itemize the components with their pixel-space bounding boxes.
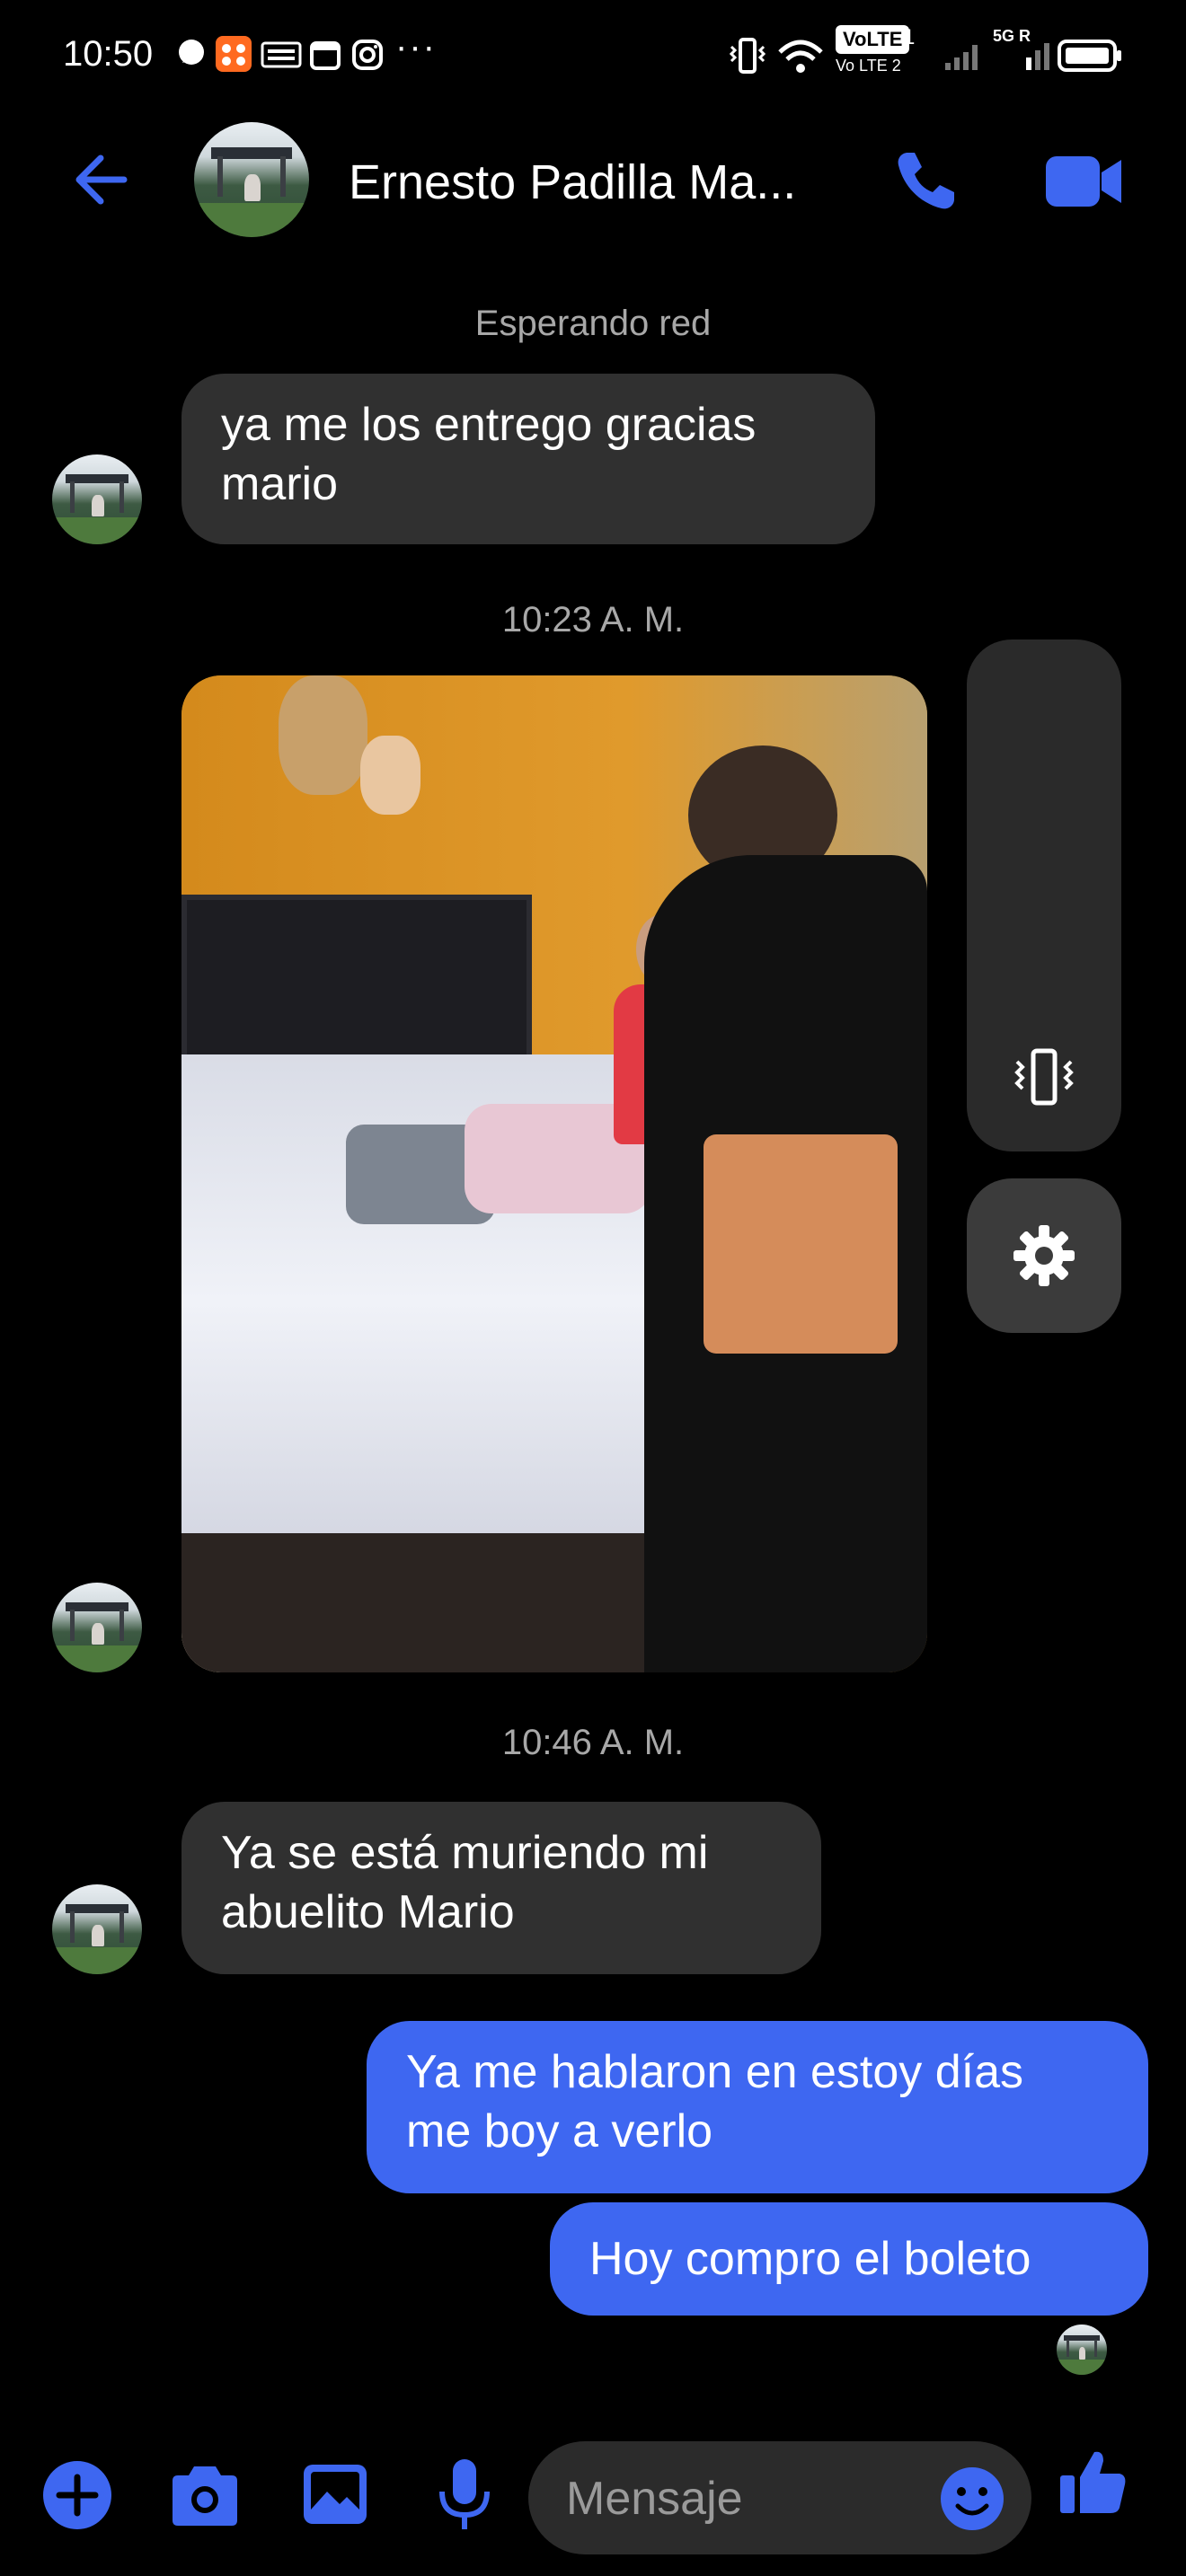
app-status-icon	[216, 36, 252, 72]
instagram-status-icon	[352, 40, 383, 70]
signal-status-icon	[945, 45, 978, 70]
network-waiting-label: Esperando red	[474, 304, 712, 343]
temu-status-icon	[261, 41, 302, 68]
status-time: 10:50	[63, 34, 154, 74]
message-timestamp: 10:23 A. M.	[501, 600, 685, 640]
status-more-indicator: ···	[395, 27, 437, 66]
vibrate-status-icon	[729, 38, 766, 74]
camera-icon[interactable]	[167, 2461, 243, 2529]
message-input-placeholder[interactable]: Mensaje	[566, 2472, 743, 2526]
settings-gear-icon[interactable]	[1010, 1222, 1078, 1290]
contact-avatar-small[interactable]	[52, 454, 142, 544]
volte-badge: VoLTE	[836, 25, 910, 54]
message-bubble-outgoing[interactable]: Ya me hablaron en estoy días me boy a ve…	[367, 2021, 1148, 2193]
photo-message[interactable]	[181, 675, 927, 1672]
plus-icon[interactable]	[40, 2457, 115, 2533]
emoji-icon[interactable]	[938, 2465, 1006, 2533]
vibrate-icon[interactable]	[1010, 1044, 1078, 1112]
contact-avatar[interactable]	[194, 122, 309, 237]
microphone-icon[interactable]	[433, 2456, 496, 2535]
contact-avatar-small[interactable]	[52, 1583, 142, 1672]
video-camera-icon[interactable]	[1044, 153, 1123, 210]
back-arrow-icon[interactable]	[70, 151, 135, 208]
seen-receipt-avatar	[1057, 2325, 1107, 2375]
message-bubble-outgoing[interactable]: Hoy compro el boleto	[550, 2202, 1148, 2316]
message-bubble-incoming[interactable]: ya me los entrego gracias mario	[181, 374, 875, 544]
wifi-status-icon	[778, 40, 823, 73]
calendar-status-icon	[310, 41, 341, 70]
gallery-icon[interactable]	[300, 2461, 370, 2527]
phone-icon[interactable]	[891, 147, 960, 216]
sim-slot-label: 1	[903, 25, 916, 49]
contact-avatar-small[interactable]	[52, 1884, 142, 1974]
message-bubble-incoming[interactable]: Ya se está muriendo mi abuelito Mario	[181, 1802, 821, 1974]
signal2-status-icon	[1026, 43, 1049, 70]
message-timestamp: 10:46 A. M.	[501, 1723, 685, 1762]
volte-sub-label: Vo LTE 2	[836, 57, 901, 75]
thumbs-up-icon[interactable]	[1057, 2445, 1130, 2519]
contact-name[interactable]: Ernesto Padilla Ma...	[349, 154, 796, 210]
chat-status-icon	[179, 40, 204, 65]
battery-status-icon	[1058, 40, 1121, 72]
